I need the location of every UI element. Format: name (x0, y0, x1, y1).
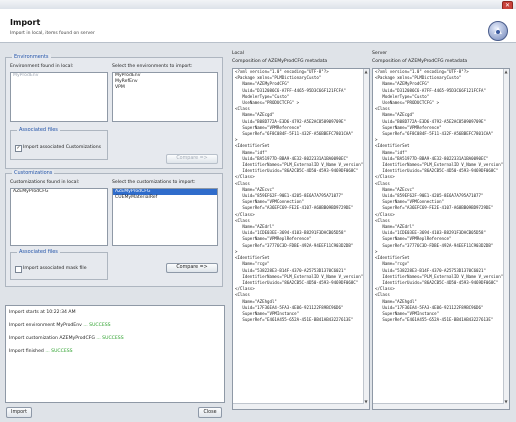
scroll-up-icon[interactable]: ▲ (505, 69, 508, 74)
xml-line: SuperRef="E461A455-652A-451E-BB41AB43227… (375, 317, 494, 323)
xml-line: SuperRef="37776C3D-FDBE-492A-94EEF11C903… (235, 242, 354, 248)
local-vertical-scrollbar[interactable]: ▲ ▼ (363, 69, 369, 409)
log-text: Import starts at 10:22:34 AM (9, 310, 76, 315)
log-line: Import finished ... SUCCESS (9, 349, 73, 354)
list-item[interactable]: MyProdEnv (11, 73, 107, 79)
server-subtitle: Composition of AZEMyProdCFG metadata (372, 59, 468, 64)
server-vertical-scrollbar[interactable]: ▲ ▼ (503, 69, 509, 409)
env-assoc-title: Associated files (17, 127, 60, 133)
customizations-group: Customizations Customizations found in l… (5, 170, 223, 287)
list-item[interactable]: VPM (113, 85, 217, 91)
log-status: ... SUCCESS (96, 336, 124, 341)
left-panel: Environments Environment found in local:… (5, 47, 225, 403)
cust-select-label: Select the customizations to import: (112, 180, 196, 185)
local-xml-view[interactable]: <?xml version="1.0" encoding="UTF-8"?> <P… (232, 68, 370, 410)
close-button[interactable]: Close (198, 407, 222, 418)
xml-line: SuperRef="6F8C084F-5F11-432F-A56BBEFC780… (235, 131, 354, 137)
environments-group-title: Environments (12, 54, 51, 60)
cust-import-list[interactable]: AZEMyProdCFG CUEMyMaterialRef (112, 188, 218, 246)
cust-assoc-files-group: Associated files Import associated mask … (10, 249, 108, 280)
environments-group: Environments Environment found in local:… (5, 54, 223, 169)
app-logo-icon (488, 21, 508, 41)
scroll-down-icon[interactable]: ▼ (365, 399, 368, 404)
title-bar: ✕ (0, 0, 516, 10)
xml-line: IdentifierNames="PLM_ExternalID V_Name V… (235, 273, 364, 279)
server-horizontal-scrollbar[interactable] (373, 403, 504, 409)
log-text: Import customization AZEMyProdCFG (9, 336, 95, 341)
scroll-up-icon[interactable]: ▲ (365, 69, 368, 74)
cust-assoc-checkbox[interactable] (15, 266, 22, 273)
env-select-label: Select the environments to import: (112, 64, 193, 69)
list-item[interactable]: AZEMyProdCFG (11, 189, 107, 195)
local-horizontal-scrollbar[interactable] (233, 403, 364, 409)
cust-found-list[interactable]: AZEMyProdCFG (10, 188, 108, 246)
log-text: Import environment MyProdEnv (9, 323, 82, 328)
server-xml-view[interactable]: <?xml version="1.0" encoding="UTF-8"?> <P… (372, 68, 510, 410)
env-found-list[interactable]: MyProdEnv (10, 72, 108, 122)
log-status: ... SUCCESS (45, 349, 73, 354)
cust-assoc-label: Import associated mask file (23, 266, 87, 271)
env-assoc-checkbox[interactable]: ✓ (15, 145, 22, 152)
log-status: ... SUCCESS (83, 323, 111, 328)
log-line: Import starts at 10:22:34 AM (9, 310, 76, 315)
customizations-group-title: Customizations (12, 170, 55, 176)
log-text: Import finished (9, 349, 44, 354)
xml-line: SuperRef="A36EFC69-FE2E-4107-A68BB09BD97… (235, 205, 354, 211)
env-import-list[interactable]: MyProdEnv MyRefEnv VPM (112, 72, 218, 122)
log-line: Import customization AZEMyProdCFG ... SU… (9, 336, 124, 341)
cust-found-label: Customizations found in local: (10, 180, 80, 185)
cust-assoc-title: Associated files (17, 249, 60, 255)
server-title: Server (372, 51, 388, 56)
xml-line: SuperRef="6F8C084F-5F11-432F-A56BBEFC780… (375, 131, 494, 137)
import-log: Import starts at 10:22:34 AM Import envi… (5, 305, 225, 403)
env-compare-button[interactable]: Compare => (166, 154, 218, 164)
header: Import Import in local, items found on s… (0, 9, 516, 43)
page-title: Import (10, 18, 41, 27)
xml-line: SuperRef="E461A455-652A-451E-BB41AB43227… (235, 317, 354, 323)
page-subtitle: Import in local, items found on server (10, 31, 95, 36)
cust-compare-button[interactable]: Compare => (166, 263, 218, 273)
scroll-down-icon[interactable]: ▼ (505, 399, 508, 404)
import-button[interactable]: Import (6, 407, 32, 418)
xml-line: SuperRef="37776C3D-FDBE-492A-94EEF11C903… (375, 242, 494, 248)
local-subtitle: Composition of AZEMyProdCFG metadata (232, 59, 328, 64)
env-assoc-label: Import associated Customizations (23, 145, 102, 150)
xml-line: SuperRef="A36EFC69-FE2E-4107-A68BB09BD97… (375, 205, 494, 211)
env-found-label: Environment found in local: (10, 64, 74, 69)
xml-line: IdentifierNames="PLM_ExternalID V_Name V… (375, 273, 504, 279)
env-assoc-files-group: Associated files ✓ Import associated Cus… (10, 127, 108, 160)
log-line: Import environment MyProdEnv ... SUCCESS (9, 323, 111, 328)
local-title: Local (232, 51, 244, 56)
list-item[interactable]: CUEMyMaterialRef (113, 195, 217, 201)
